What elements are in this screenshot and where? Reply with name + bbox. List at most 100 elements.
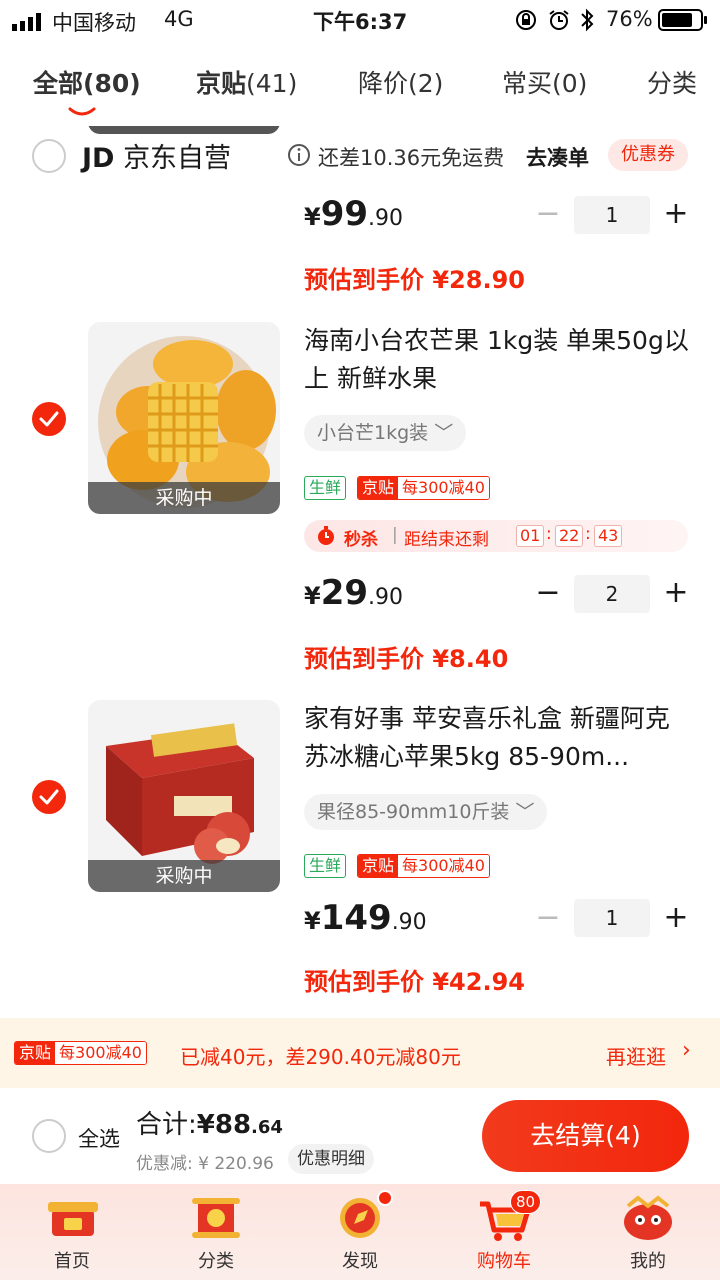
qty-plus-button[interactable]: +	[661, 194, 691, 234]
est-label: 预估到手价	[304, 968, 424, 996]
nav-cart[interactable]: 80 购物车	[454, 1184, 554, 1280]
bottom-nav: 首页 分类 发现 80 购物车 我的	[0, 1184, 720, 1280]
nav-mine[interactable]: 我的	[598, 1184, 698, 1280]
nav-home[interactable]: 首页	[22, 1184, 122, 1280]
tab-price-drop-count: (2)	[408, 69, 444, 98]
countdown-sep: :	[546, 524, 552, 544]
jingtie-badge-tag: 京贴	[358, 855, 399, 877]
qty-input[interactable]: 1	[574, 196, 650, 234]
coupon-button[interactable]: 优惠券	[608, 139, 688, 171]
spec-selector[interactable]: 小台芒1kg装 ﹀	[304, 415, 467, 451]
jingtie-badge-rule: 每300减40	[398, 477, 489, 499]
item-checkbox[interactable]	[32, 780, 66, 814]
flash-sale-bar: 秒杀 | 距结束还剩 01 : 22 : 43	[304, 520, 688, 552]
nav-category[interactable]: 分类	[166, 1184, 266, 1280]
add-items-link[interactable]: 去凑单	[526, 142, 589, 172]
item-price: ¥149.90	[304, 898, 427, 938]
item-checkbox[interactable]	[32, 402, 66, 436]
qty-minus-button[interactable]: −	[533, 194, 563, 234]
chevron-down-icon: ﹀	[434, 422, 454, 444]
est-value: ¥8.40	[432, 645, 509, 673]
store-name: 京东自营	[123, 143, 232, 174]
nav-discover[interactable]: 发现	[310, 1184, 410, 1280]
carrier: 中国移动	[52, 11, 136, 35]
price-int: 29	[320, 573, 369, 613]
checkout-button[interactable]: 去结算(4)	[482, 1100, 689, 1172]
estimated-price: 预估到手价 ¥8.40	[304, 639, 508, 674]
home-icon	[48, 1202, 98, 1236]
countdown-seconds: 43	[594, 525, 623, 547]
jingtie-badge-tag: 京贴	[358, 477, 399, 499]
tab-category-label: 分类	[647, 69, 698, 98]
item-price: ¥99.90	[304, 194, 403, 234]
thumb-status: 采购中	[88, 482, 280, 514]
cart-list: JD 京东自营 还差10.36元免运费 去凑单 优惠券 ¥99.90 − 1 +…	[0, 126, 720, 1018]
store-checkbox[interactable]	[32, 139, 66, 173]
tab-frequent[interactable]: 常买(0)	[502, 64, 587, 100]
signal-icon	[12, 12, 46, 31]
qty-input[interactable]: 1	[574, 899, 650, 937]
promo-text: 已减40元，差290.40元减80元	[180, 1045, 461, 1069]
battery-icon	[658, 9, 708, 36]
product-title[interactable]: 海南小台农芒果 1kg装 单果50g以上 新鲜水果	[304, 322, 689, 398]
nav-cart-label: 购物车	[477, 1251, 531, 1272]
jingtie-badge-tag: 京贴	[15, 1042, 56, 1064]
price-dec: .90	[368, 206, 404, 231]
nav-discover-label: 发现	[342, 1251, 378, 1272]
total-row: 合计:¥88.64	[136, 1104, 283, 1141]
spec-selector[interactable]: 果径85-90mm10斤装 ﹀	[304, 794, 548, 830]
chevron-down-icon: ﹀	[515, 801, 535, 823]
nav-category-label: 分类	[198, 1251, 234, 1272]
profile-icon	[624, 1195, 672, 1240]
price-dec: .90	[391, 910, 427, 935]
check-icon	[39, 411, 59, 427]
network: 4G	[164, 7, 194, 31]
stopwatch-icon	[318, 526, 334, 545]
shipping-note: 还差10.36元免运费	[318, 146, 505, 170]
countdown-sep: :	[585, 524, 591, 544]
flash-label: 秒杀	[344, 530, 378, 550]
product-thumbnail-apple[interactable]: 采购中	[88, 700, 280, 892]
select-all-checkbox[interactable]	[32, 1119, 66, 1153]
flash-text: 距结束还剩	[404, 530, 489, 550]
qty-plus-button[interactable]: +	[661, 898, 691, 938]
estimated-price: 预估到手价 ¥42.94	[304, 962, 525, 997]
total-dec: .64	[251, 1117, 283, 1138]
store-name-row[interactable]: JD 京东自营	[82, 136, 231, 175]
select-all-label[interactable]: 全选	[78, 1123, 120, 1153]
price-int: 149	[320, 898, 392, 938]
tab-price-drop[interactable]: 降价(2)	[358, 64, 443, 100]
jingtie-badge-rule: 每300减40	[398, 855, 489, 877]
qty-minus-button[interactable]: −	[533, 573, 563, 613]
currency-symbol: ¥	[304, 907, 321, 935]
discount-detail-button[interactable]: 优惠明细	[288, 1144, 374, 1174]
tab-jingtie-count: (41)	[246, 69, 298, 98]
tab-jingtie[interactable]: 京贴(41)	[196, 64, 297, 100]
price-int: 99	[320, 194, 369, 234]
est-label: 预估到手价	[304, 266, 424, 294]
jingtie-badge: 京贴 每300减40	[357, 854, 490, 878]
nav-mine-label: 我的	[630, 1251, 666, 1272]
product-thumbnail-prev[interactable]	[88, 126, 280, 134]
rotation-lock-icon	[515, 9, 537, 36]
product-title[interactable]: 家有好事 苹安喜乐礼盒 新疆阿克苏冰糖心苹果5kg 85-90m...	[304, 700, 689, 776]
tab-category[interactable]: 分类	[647, 64, 697, 100]
tab-all[interactable]: 全部(80)	[33, 64, 141, 100]
info-icon[interactable]	[287, 143, 311, 171]
qty-minus-button[interactable]: −	[533, 898, 563, 938]
fresh-badge: 生鲜	[304, 476, 347, 500]
tab-all-label: 全部	[33, 69, 84, 98]
promo-bar[interactable]: 京贴 每300减40 已减40元，差290.40元减80元 再逛逛 ›	[0, 1018, 720, 1088]
est-value: ¥42.94	[432, 968, 525, 996]
cart-count-badge: 80	[510, 1190, 542, 1214]
discover-icon	[340, 1198, 380, 1238]
cart-tabs: 全部(80) 京贴(41) 降价(2) 常买(0) 分类	[0, 40, 720, 126]
browse-more-link[interactable]: 再逛逛	[606, 1041, 666, 1070]
check-icon	[39, 789, 59, 805]
estimated-price: 预估到手价 ¥28.90	[304, 260, 525, 295]
tab-all-count: (80)	[83, 69, 141, 98]
qty-input[interactable]: 2	[574, 575, 650, 613]
qty-plus-button[interactable]: +	[661, 573, 691, 613]
checkout-bar: 全选 合计:¥88.64 优惠减: ¥ 220.96 优惠明细 去结算(4)	[0, 1088, 720, 1184]
product-thumbnail-mango[interactable]: 采购中	[88, 322, 280, 514]
